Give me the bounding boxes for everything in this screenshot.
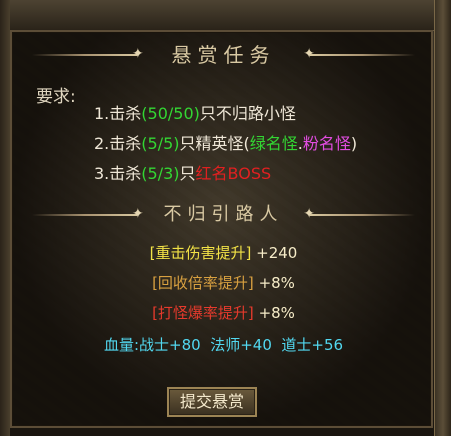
hp-bonus-line: 血量:战士+80 法师+40 道士+56 <box>12 334 435 355</box>
req-2-prefix: 2.击杀 <box>94 134 142 153</box>
requirements-label: 要求: <box>36 87 76 107</box>
reward-divider-left <box>32 214 137 216</box>
requirement-3: 3.击杀(5/3)只红名BOSS <box>94 160 271 184</box>
requirement-1: 1.击杀(50/50)只不归路小怪 <box>94 100 296 124</box>
submit-bounty-button[interactable]: 提交悬赏 <box>167 387 257 417</box>
req-2-close: ) <box>350 134 358 153</box>
ornament-left-icon: ✦ <box>132 46 144 62</box>
req-1-count: (50/50) <box>141 104 200 123</box>
bonus-drop-name: [打怪爆率提升] <box>152 304 254 322</box>
req-2-green-monster: 绿名怪 <box>249 134 298 153</box>
header-divider-left <box>32 54 137 56</box>
req-3-red-boss: 红名BOSS <box>195 164 272 183</box>
hp-label: 血量: <box>103 336 139 354</box>
req-3-count: (5/3) <box>141 164 180 183</box>
req-1-prefix: 1.击杀 <box>94 104 142 123</box>
bonus-recycle-value: +8% <box>258 274 295 292</box>
req-2-pink-monster: 粉名怪 <box>302 134 351 153</box>
hp-mage: 法师+40 <box>210 336 272 354</box>
req-2-count: (5/5) <box>141 134 180 153</box>
bounty-panel: ✦ 悬赏任务 ✦ 要求: 1.击杀(50/50)只不归路小怪 2.击杀(5/5)… <box>10 30 433 428</box>
req-3-suffix: 只 <box>179 164 196 183</box>
header-divider-right <box>310 54 415 56</box>
reward-divider-right <box>310 214 415 216</box>
bounty-header: ✦ 悬赏任务 ✦ <box>12 40 435 70</box>
right-scroll-border[interactable] <box>434 0 451 436</box>
bonus-crit-value: +240 <box>256 244 298 262</box>
bonus-crit-name: [重击伤害提升] <box>149 244 252 262</box>
reward-header: ✦ 不归引路人 ✦ <box>12 200 435 230</box>
req-1-suffix: 只不归路小怪 <box>199 104 296 123</box>
panel-title: 悬赏任务 <box>171 43 276 67</box>
bonus-crit: [重击伤害提升] +240 <box>12 242 435 263</box>
bonus-drop-value: +8% <box>258 304 295 322</box>
reward-title: 不归引路人 <box>163 204 284 225</box>
bonus-recycle: [回收倍率提升] +8% <box>12 272 435 293</box>
game-window: ✦ 悬赏任务 ✦ 要求: 1.击杀(50/50)只不归路小怪 2.击杀(5/5)… <box>0 0 451 436</box>
bonus-recycle-name: [回收倍率提升] <box>152 274 254 292</box>
top-bar <box>0 0 451 31</box>
requirement-2: 2.击杀(5/5)只精英怪(绿名怪.粉名怪) <box>94 130 357 154</box>
hp-warrior: 战士+80 <box>139 336 201 354</box>
hp-taoist: 道士+56 <box>281 336 344 354</box>
req-3-prefix: 3.击杀 <box>94 164 142 183</box>
req-2-suffix: 只精英怪( <box>179 134 250 153</box>
bonus-drop: [打怪爆率提升] +8% <box>12 302 435 323</box>
left-border <box>0 0 10 436</box>
reward-ornament-left-icon: ✦ <box>132 206 144 222</box>
